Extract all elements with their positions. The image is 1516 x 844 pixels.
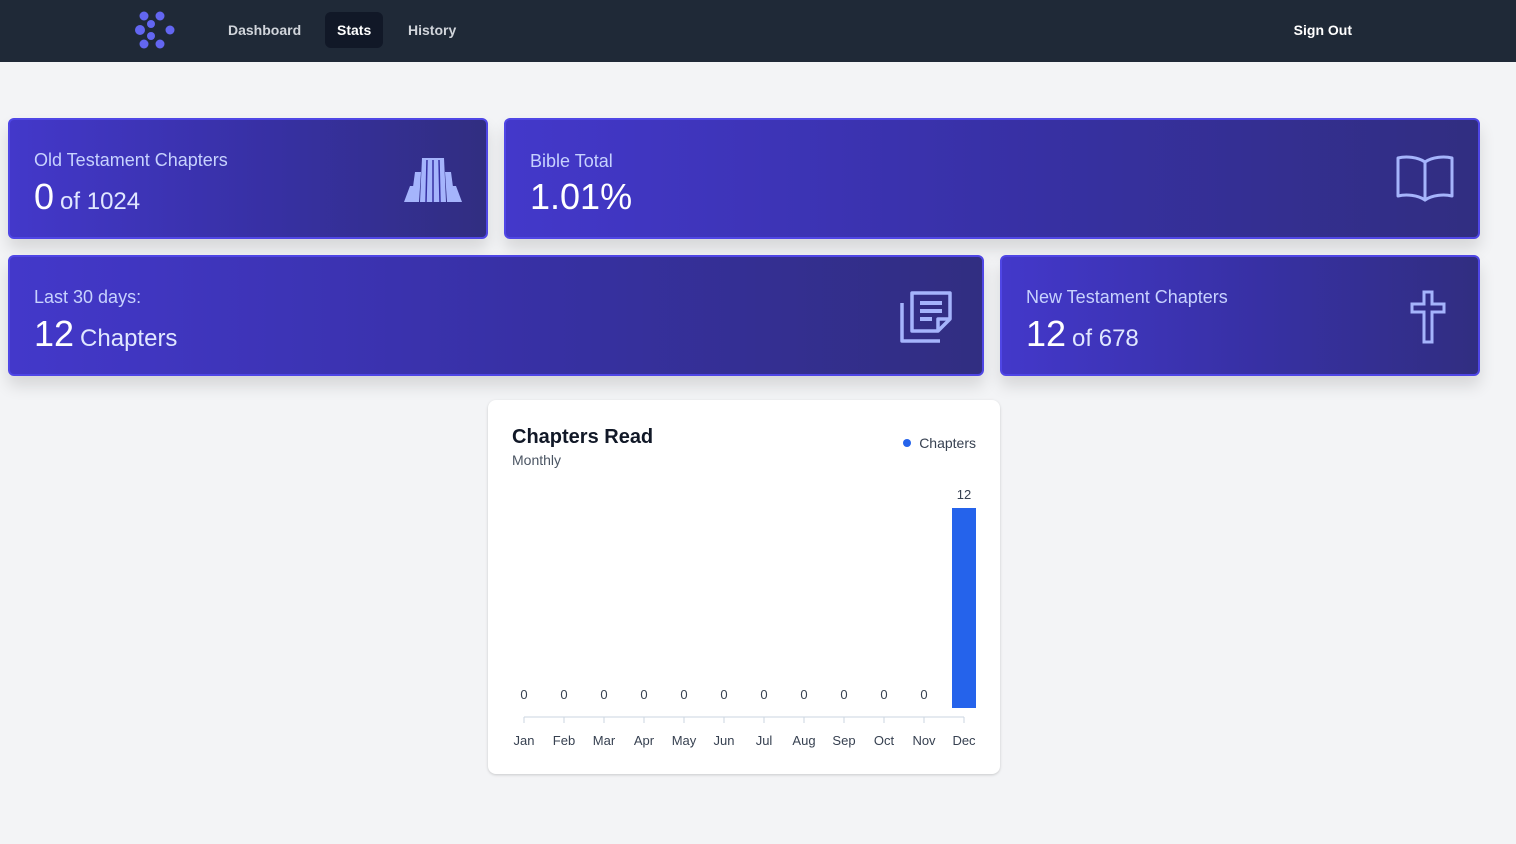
bible-total-card: Bible Total 1.01% [504, 118, 1480, 239]
data-label-feb: 0 [560, 687, 567, 702]
old-testament-card: Old Testament Chapters 0 of 1024 [8, 118, 488, 239]
card-suffix: of 678 [1072, 325, 1139, 352]
card-value: 12 of 678 [1026, 313, 1139, 355]
columns-icon [404, 158, 462, 202]
card-label: Bible Total [530, 151, 613, 171]
open-book-icon [1396, 155, 1454, 202]
data-label-apr: 0 [640, 687, 647, 702]
x-tick-label-jan: Jan [514, 733, 535, 748]
data-label-mar: 0 [600, 687, 607, 702]
legend-label: Chapters [919, 435, 976, 451]
data-label-dec: 12 [957, 487, 971, 502]
bar-chart-canvas: 0 Jan 0 Feb 0 Mar 0 Apr 0 May 0 Jun 0 Jul 0 Aug 0 Sep 0 Oct… [514, 487, 977, 748]
card-suffix: Chapters [80, 325, 178, 352]
nav-dashboard-link[interactable]: Dashboard [216, 12, 313, 48]
data-label-oct: 0 [880, 687, 887, 702]
x-tick-label-dec: Dec [952, 733, 976, 748]
card-number: 0 [34, 176, 55, 217]
card-value: 12 Chapters [34, 313, 177, 355]
nav-stats-link[interactable]: Stats [325, 12, 384, 48]
x-tick-label-apr: Apr [634, 733, 655, 748]
x-tick-label-feb: Feb [553, 733, 575, 748]
card-number: 12 [1026, 313, 1067, 354]
new-testament-card: New Testament Chapters 12 of 678 [1000, 255, 1480, 376]
card-number: 12 [34, 313, 75, 354]
card-label: Old Testament Chapters [34, 150, 228, 170]
x-tick-label-sep: Sep [832, 733, 855, 748]
top-navbar: Dashboard Stats History Sign Out [0, 0, 1516, 62]
nav-history-link[interactable]: History [396, 12, 468, 48]
logo-icon[interactable] [134, 11, 178, 49]
chart-subtitle: Monthly [512, 452, 562, 468]
legend-marker [903, 439, 912, 447]
x-tick-label-jun: Jun [714, 733, 735, 748]
cross-icon [1410, 290, 1446, 344]
x-tick-label-jul: Jul [756, 733, 773, 748]
chart-title: Chapters Read [512, 426, 654, 448]
data-label-nov: 0 [920, 687, 927, 702]
data-label-jun: 0 [720, 687, 727, 702]
x-tick-label-aug: Aug [792, 733, 815, 748]
card-suffix: of 1024 [60, 188, 141, 215]
chapters-read-chart: 0 Jan 0 Feb 0 Mar 0 Apr 0 May 0 Jun 0 Jul 0 Aug 0 Sep 0 Oct… [488, 400, 1000, 774]
card-value: 0 of 1024 [34, 176, 140, 218]
data-label-aug: 0 [800, 687, 807, 702]
notes-icon [900, 291, 952, 343]
card-value: 1.01% [530, 176, 632, 218]
x-tick-label-nov: Nov [912, 733, 936, 748]
card-label: Last 30 days: [34, 287, 142, 307]
card-label: New Testament Chapters [1026, 287, 1228, 307]
data-label-may: 0 [680, 687, 687, 702]
x-tick-label-may: May [672, 733, 697, 748]
data-label-jan: 0 [520, 687, 527, 702]
sign-out-button[interactable]: Sign Out [1294, 12, 1352, 48]
data-label-jul: 0 [760, 687, 767, 702]
x-tick-label-oct: Oct [874, 733, 895, 748]
chart-legend[interactable]: Chapters [903, 435, 976, 451]
data-label-sep: 0 [840, 687, 847, 702]
last-30-days-card: Last 30 days: 12 Chapters [8, 255, 984, 376]
x-tick-label-mar: Mar [593, 733, 616, 748]
bar-dec [952, 508, 976, 708]
card-number: 1.01% [530, 176, 633, 217]
